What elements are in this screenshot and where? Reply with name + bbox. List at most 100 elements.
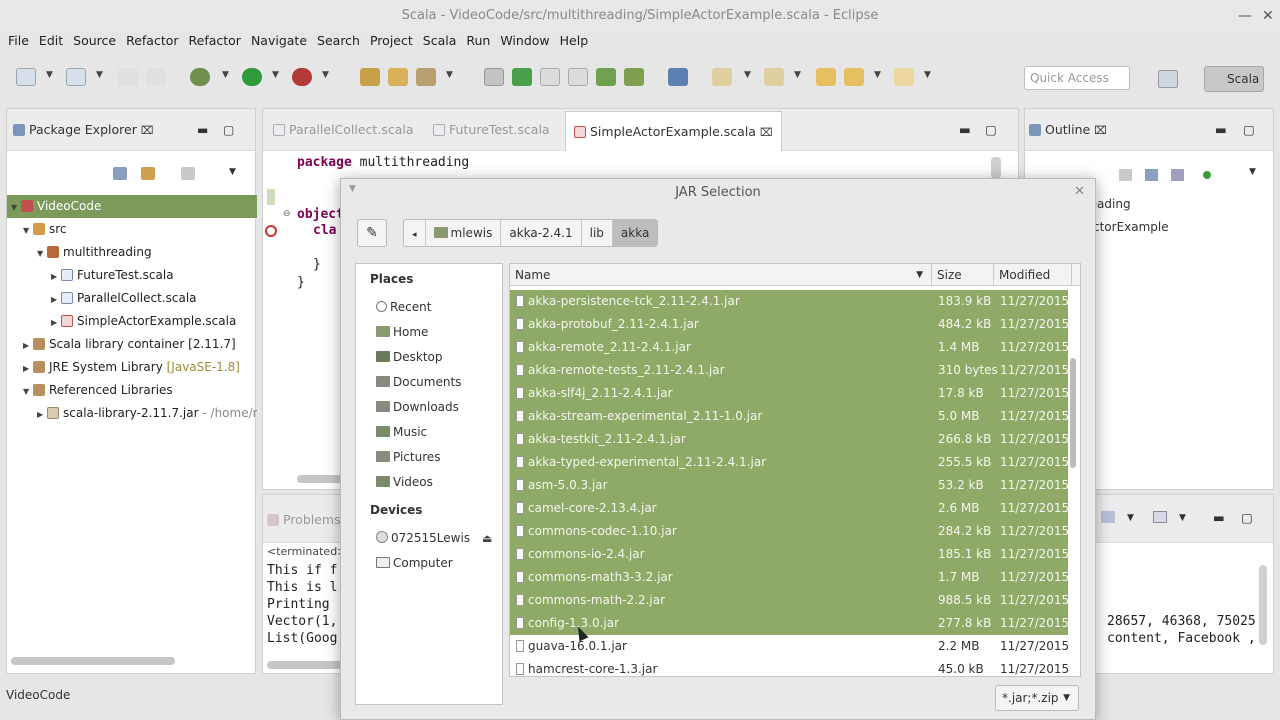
next-annotation-icon[interactable]	[712, 68, 732, 86]
menu-file[interactable]: File	[4, 30, 33, 52]
scala-perspective-button[interactable]: Scala	[1204, 66, 1264, 92]
breadcrumb-lib[interactable]: lib	[582, 220, 613, 246]
horizontal-scrollbar[interactable]	[267, 661, 347, 669]
tree-item-parallelcollect[interactable]: ▶ ParallelCollect.scala	[7, 287, 257, 310]
menu-project[interactable]: Project	[366, 30, 417, 52]
tree-item-scala-library-jar[interactable]: ▶scala-library-2.11.7.jar - /home/m	[7, 402, 257, 425]
quick-access-input[interactable]: Quick Access	[1024, 66, 1130, 90]
new-class-icon[interactable]	[388, 68, 408, 86]
forward-icon[interactable]	[894, 68, 914, 86]
minimize-icon[interactable]: —	[1238, 8, 1252, 24]
menu-search[interactable]: Search	[313, 30, 364, 52]
close-icon[interactable]: ⌧	[1094, 124, 1107, 137]
vertical-scrollbar[interactable]	[991, 157, 1001, 179]
collapse-icon[interactable]	[1145, 169, 1158, 181]
minimize-icon[interactable]: ▬	[197, 115, 208, 145]
block-icon[interactable]	[568, 68, 588, 86]
place-home[interactable]: Home	[376, 325, 428, 339]
file-row[interactable]: akka-typed-experimental_2.11-2.4.1.jar 25…	[510, 451, 1069, 474]
chevron-down-icon[interactable]: ▼	[744, 70, 751, 80]
chevron-down-icon[interactable]: ▼	[272, 70, 279, 80]
menu-run[interactable]: Run	[462, 30, 494, 52]
hide-fields-icon[interactable]	[1171, 169, 1184, 181]
prev-annotation-icon[interactable]	[764, 68, 784, 86]
format-icon[interactable]	[540, 68, 560, 86]
column-name[interactable]: Name ▼	[510, 264, 932, 286]
file-filter-select[interactable]: *.jar;*.zip ▼	[995, 685, 1079, 711]
menu-help[interactable]: Help	[556, 30, 593, 52]
error-icon[interactable]	[265, 225, 277, 237]
debug-icon[interactable]	[190, 68, 210, 86]
package-explorer-tab[interactable]: Package Explorer ⌧	[13, 115, 154, 145]
chevron-down-icon[interactable]: ▼	[1127, 513, 1134, 523]
new-icon[interactable]	[16, 68, 36, 86]
fold-icon[interactable]: ⊖	[283, 209, 291, 219]
tab-futuretest[interactable]: FutureTest.scala	[433, 115, 550, 145]
expand-icon[interactable]: ▶	[51, 265, 61, 287]
tab-parallelcollect[interactable]: ParallelCollect.scala	[273, 115, 413, 145]
file-row[interactable]: akka-remote-tests_2.11-2.4.1.jar 310 byte…	[510, 359, 1069, 382]
device-072515lewis[interactable]: 072515Lewis	[376, 531, 470, 545]
minimize-icon[interactable]: ▬	[959, 115, 971, 145]
code-line-5[interactable]: }	[297, 275, 305, 290]
breadcrumb-akka-2-4-1[interactable]: akka-2.4.1	[501, 220, 582, 246]
focus-icon[interactable]	[181, 167, 195, 180]
display-console-icon[interactable]	[1101, 511, 1115, 523]
chevron-down-icon[interactable]: ▼	[1179, 513, 1186, 523]
chevron-down-icon[interactable]: ▼	[924, 70, 931, 80]
outline-tab[interactable]: Outline ⌧	[1029, 115, 1107, 145]
device-computer[interactable]: Computer	[376, 556, 453, 570]
mark-icon[interactable]	[512, 68, 532, 86]
place-recent[interactable]: Recent	[376, 300, 431, 314]
minimize-icon[interactable]: ▬	[1213, 503, 1225, 533]
view-menu-icon[interactable]: ▼	[229, 167, 236, 177]
link-editor-icon[interactable]	[141, 167, 155, 180]
pin-icon[interactable]	[668, 68, 688, 86]
tab-simpleactorexample[interactable]: SimpleActorExample.scala ⌧	[565, 111, 782, 151]
place-music[interactable]: Music	[376, 425, 427, 439]
maximize-icon[interactable]: ▢	[985, 115, 997, 145]
tree-item-futuretest[interactable]: ▶ FutureTest.scala	[7, 264, 257, 287]
save-all-icon[interactable]	[146, 68, 166, 86]
new-wizard-icon[interactable]	[416, 68, 436, 86]
file-row[interactable]: config-1.3.0.jar 277.8 kB 11/27/2015	[510, 612, 1069, 635]
expand-icon[interactable]: ▶	[51, 311, 61, 333]
expand-icon[interactable]: ▶	[51, 288, 61, 310]
back-icon[interactable]	[844, 68, 864, 86]
chevron-down-icon[interactable]: ▼	[446, 70, 453, 80]
place-documents[interactable]: Documents	[376, 375, 461, 389]
maximize-icon[interactable]: ▢	[1243, 115, 1255, 145]
file-row[interactable]: camel-core-2.13.4.jar 2.6 MB 11/27/2015	[510, 497, 1069, 520]
breadcrumb-akka[interactable]: akka	[612, 220, 658, 246]
tree-item-jre-system-library[interactable]: ▶ JRE System Library [JavaSE-1.8]	[7, 356, 257, 379]
chevron-down-icon[interactable]: ▼	[322, 70, 329, 80]
place-desktop[interactable]: Desktop	[376, 350, 443, 364]
expand-icon[interactable]: ▶	[23, 357, 33, 379]
chevron-down-icon[interactable]: ▼	[46, 70, 53, 80]
vertical-scrollbar[interactable]	[1259, 565, 1267, 645]
breadcrumb-back-button[interactable]: ◂	[404, 220, 426, 246]
horizontal-scrollbar[interactable]	[11, 657, 175, 665]
code-line-1[interactable]: package multithreading	[297, 155, 469, 170]
menu-refactor[interactable]: Refactor	[122, 30, 182, 52]
file-row[interactable]: asm-5.0.3.jar 53.2 kB 11/27/2015	[510, 474, 1069, 497]
last-edit-icon[interactable]	[816, 68, 836, 86]
close-icon[interactable]: ✕	[1262, 8, 1274, 24]
coverage-icon[interactable]	[292, 68, 312, 86]
maximize-icon[interactable]: ▢	[223, 115, 234, 145]
code-line-2[interactable]: object	[297, 207, 344, 222]
place-videos[interactable]: Videos	[376, 475, 433, 489]
tree-item-scala-library-container[interactable]: ▶ Scala library container [2.11.7]	[7, 333, 257, 356]
tree-item-src[interactable]: ▼ src	[7, 218, 257, 241]
view-menu-icon[interactable]: ▼	[1249, 167, 1256, 177]
new-package-icon[interactable]	[360, 68, 380, 86]
file-row[interactable]: hamcrest-core-1.3.jar 45.0 kB 11/27/2015	[510, 658, 1069, 676]
menu-source[interactable]: Source	[69, 30, 120, 52]
search-icon[interactable]	[596, 68, 616, 86]
expand-icon[interactable]: ▼	[11, 196, 21, 218]
public-filter-icon[interactable]	[1203, 171, 1211, 179]
file-row[interactable]: akka-remote_2.11-2.4.1.jar 1.4 MB 11/27/20…	[510, 336, 1069, 359]
expand-icon[interactable]: ▶	[23, 334, 33, 356]
open-icon[interactable]	[66, 68, 86, 86]
expand-icon[interactable]: ▼	[23, 380, 33, 402]
